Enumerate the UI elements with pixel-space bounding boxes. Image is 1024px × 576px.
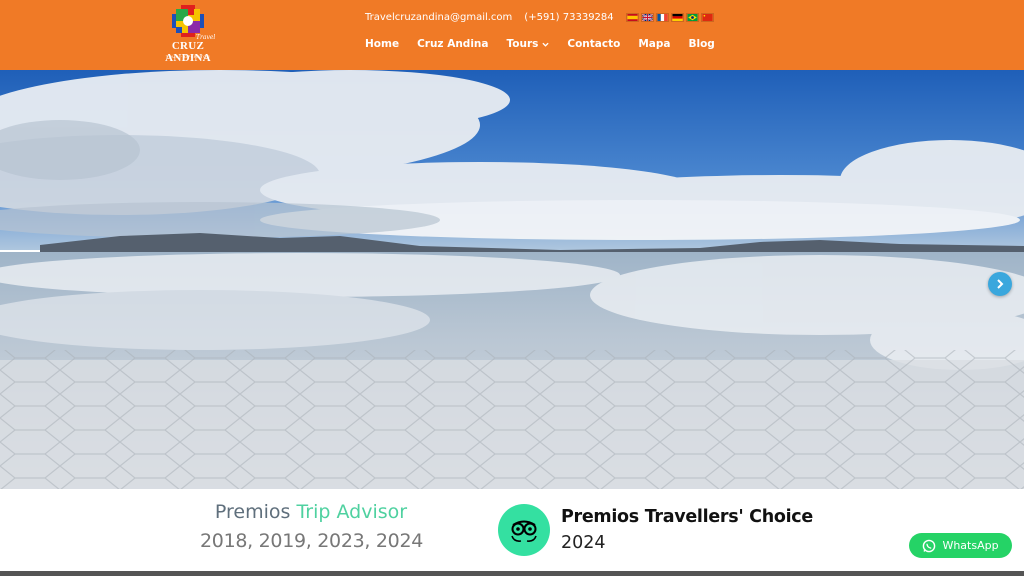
french-flag-icon[interactable]: [655, 12, 669, 22]
bottom-bar: [0, 571, 1024, 576]
whatsapp-button[interactable]: WhatsApp: [909, 533, 1012, 558]
nav-mapa-label: Mapa: [638, 38, 671, 50]
site-header: Travel CRUZ ANDINA TOUR · OPERATOR Trave…: [0, 0, 1024, 70]
nav-tours[interactable]: Tours: [506, 38, 549, 50]
english-flag-icon[interactable]: [640, 12, 654, 22]
nav-blog[interactable]: Blog: [688, 38, 714, 50]
awards-title-highlight: Trip Advisor: [296, 501, 408, 523]
tripadvisor-icon: [498, 504, 550, 556]
chevron-down-icon: [542, 42, 549, 47]
language-flags: [625, 12, 714, 22]
awards-years: 2018, 2019, 2023, 2024: [200, 530, 424, 552]
phone-link[interactable]: (+591) 73339284: [524, 12, 613, 23]
awards-section: Premios Trip Advisor 2018, 2019, 2023, 2…: [0, 489, 1024, 571]
chinese-flag-icon[interactable]: [700, 12, 714, 22]
logo-name: CRUZ ANDINA: [165, 40, 211, 64]
nav-tours-label: Tours: [506, 38, 539, 50]
travellers-choice-year: 2024: [561, 533, 606, 553]
contact-bar: Travelcruzandina@gmail.com (+591) 733392…: [365, 10, 714, 24]
nav-contacto[interactable]: Contacto: [567, 38, 620, 50]
nav-home[interactable]: Home: [365, 38, 399, 50]
nav-contacto-label: Contacto: [567, 38, 621, 50]
awards-title: Premios Trip Advisor: [200, 501, 422, 523]
main-nav: Home Cruz Andina Tours Contacto Mapa Blo…: [365, 37, 715, 51]
salt-flat-hero-image: [0, 70, 1024, 489]
chevron-right-icon: [997, 279, 1004, 289]
nav-cruz-andina-label: Cruz Andina: [417, 38, 489, 50]
email-link[interactable]: Travelcruzandina@gmail.com: [365, 12, 512, 23]
logo-subtitle: TOUR · OPERATOR: [165, 54, 211, 59]
portuguese-flag-icon[interactable]: [685, 12, 699, 22]
german-flag-icon[interactable]: [670, 12, 684, 22]
hero-slider: [0, 70, 1024, 489]
slider-next-button[interactable]: [988, 272, 1012, 296]
travellers-choice-title: Premios Travellers' Choice: [561, 507, 813, 527]
tripadvisor-awards: Premios Trip Advisor 2018, 2019, 2023, 2…: [200, 501, 424, 552]
nav-cruz-andina[interactable]: Cruz Andina: [417, 38, 488, 50]
cruz-andina-logo[interactable]: Travel CRUZ ANDINA TOUR · OPERATOR: [148, 4, 228, 64]
whatsapp-icon: [923, 539, 936, 552]
whatsapp-label: WhatsApp: [942, 539, 999, 552]
spanish-flag-icon[interactable]: [625, 12, 639, 22]
nav-mapa[interactable]: Mapa: [638, 38, 670, 50]
nav-home-label: Home: [365, 38, 400, 50]
nav-blog-label: Blog: [688, 38, 715, 50]
awards-title-prefix: Premios: [214, 501, 291, 523]
